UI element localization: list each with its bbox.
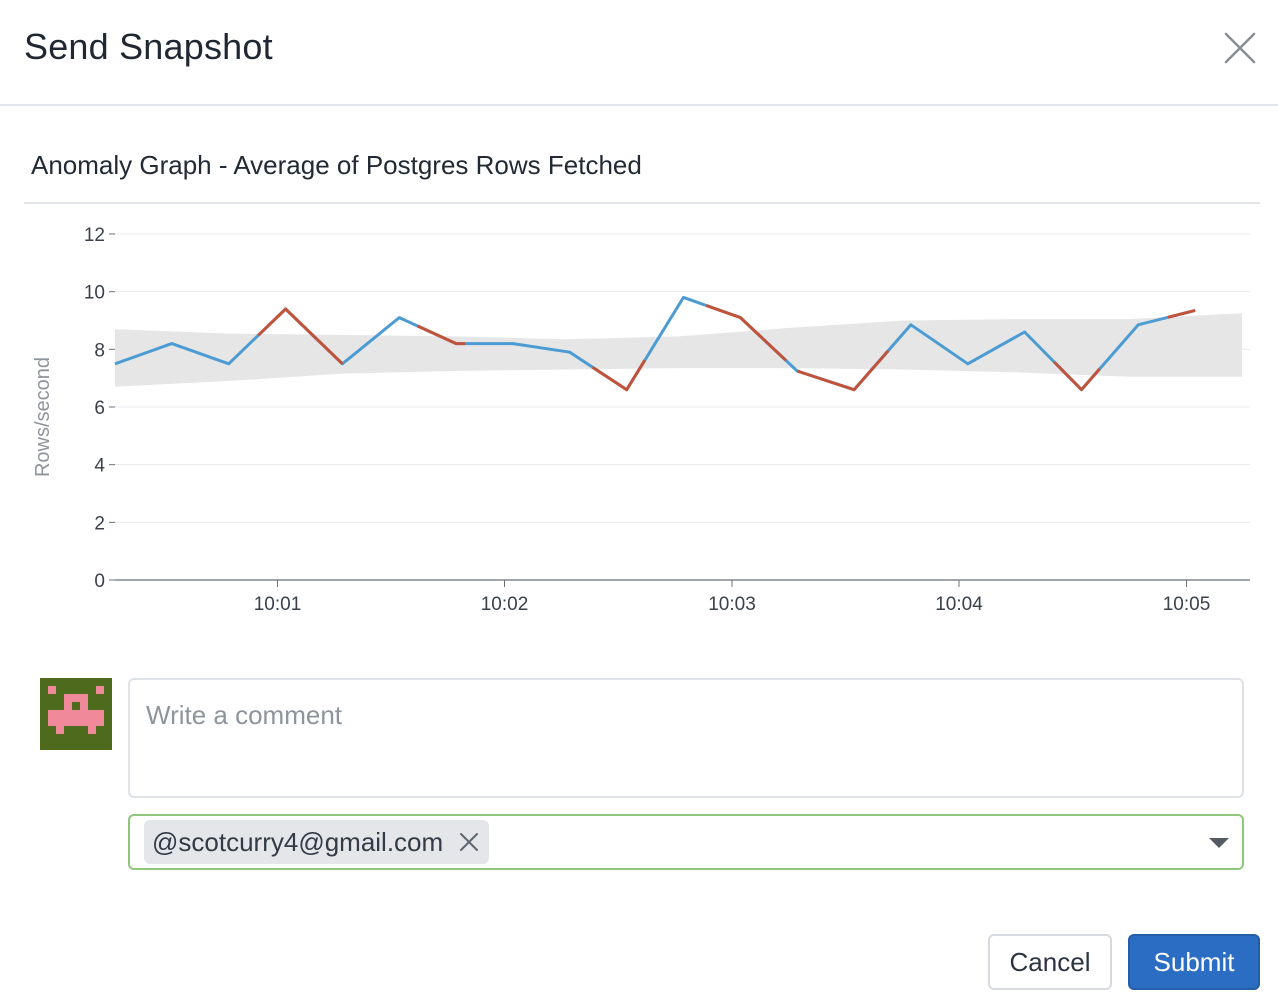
avatar [40, 678, 112, 750]
y-tick-label: 12 [84, 225, 105, 246]
cancel-button[interactable]: Cancel [988, 934, 1112, 990]
x-tick-label: 10:02 [481, 594, 529, 615]
x-tick-label: 10:03 [708, 594, 756, 615]
y-tick-label: 6 [94, 398, 105, 419]
dialog-title: Send Snapshot [24, 26, 273, 67]
remove-recipient-button[interactable] [459, 832, 479, 852]
graph-title: Anomaly Graph - Average of Postgres Rows… [31, 150, 642, 180]
close-icon [1224, 32, 1256, 64]
expected-range-band [115, 313, 1242, 387]
y-tick-label: 2 [94, 513, 105, 534]
dialog-header: Send Snapshot [0, 0, 1278, 106]
close-button[interactable] [1222, 30, 1258, 66]
y-tick-label: 0 [94, 571, 105, 592]
y-tick-label: 4 [94, 456, 105, 477]
x-tick-label: 10:04 [935, 594, 983, 615]
submit-button[interactable]: Submit [1128, 934, 1260, 990]
send-snapshot-dialog: Send Snapshot Anomaly Graph - Average of… [0, 0, 1278, 1008]
y-tick-label: 8 [94, 340, 105, 361]
graph-divider [24, 202, 1260, 204]
recipient-tag: @scotcurry4@gmail.com [144, 820, 490, 864]
anomaly-chart: 0 2 4 6 8 10 12 10:01 10:02 10:03 10:04 10:05 Rows/s… [32, 225, 1250, 615]
x-tick-label: 10:01 [254, 594, 302, 615]
recipient-tag-label: @scotcurry4@gmail.com [152, 826, 444, 857]
x-tick-label: 10:05 [1163, 594, 1211, 615]
y-tick-label: 10 [84, 283, 105, 304]
comment-input[interactable] [128, 678, 1244, 798]
caret-down-icon[interactable] [1208, 836, 1230, 850]
close-icon [460, 833, 479, 851]
recipient-select[interactable]: @scotcurry4@gmail.com [128, 814, 1244, 870]
y-axis-label: Rows/second [32, 357, 54, 477]
